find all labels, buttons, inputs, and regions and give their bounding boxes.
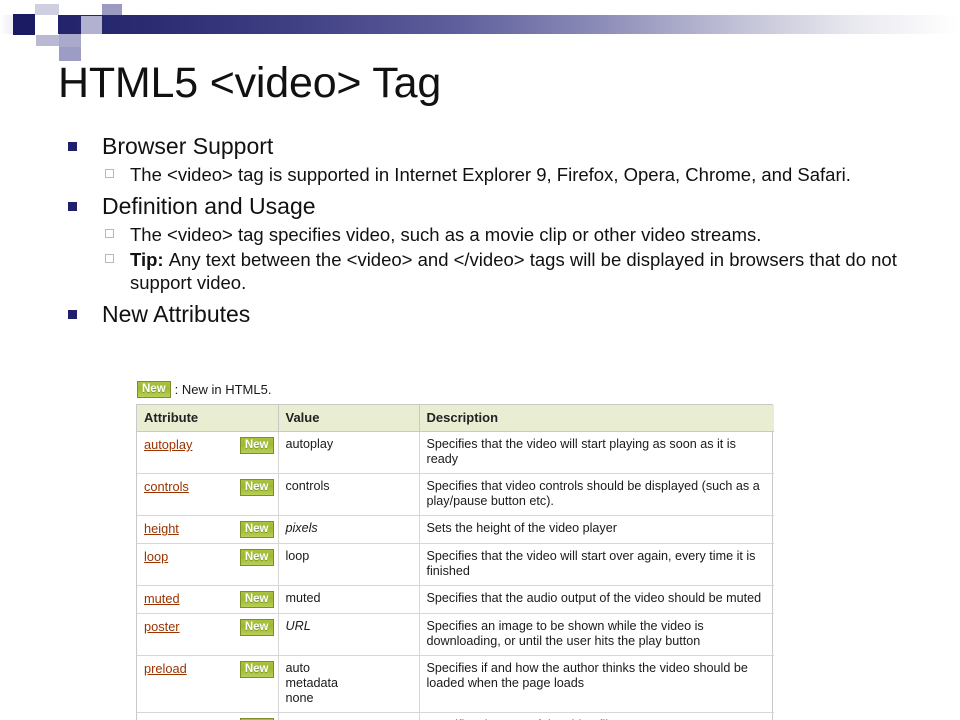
badge-slot: New [239,521,274,538]
new-badge: New [239,521,274,538]
bullet-item-definition-and-usage: Definition and Usage [58,191,938,221]
cell-description: Specifies that the audio output of the v… [419,585,774,614]
bullet-label: Browser Support [102,133,274,159]
tip-label: Tip: [130,249,164,270]
cell-attribute: height New [137,515,279,544]
badge-slot: New [239,479,274,496]
hollow-square-bullet-icon [105,229,114,238]
table-row: controls New controls Specifies that video … [137,473,774,516]
cell-value: autoplay [278,431,420,474]
cell-value: pixels [278,515,420,544]
table-row: poster New URL Specifies an image to be sho… [137,613,774,656]
badge-slot: New [239,591,274,608]
cell-attribute: autoplay New [137,431,279,474]
sub-bullet-text: The <video> tag specifies video, such as… [130,224,762,245]
cell-value: URL [278,613,420,656]
attribute-link-controls[interactable]: controls [144,479,189,494]
cell-attribute: srcNew [137,712,279,720]
new-badge: New [239,479,274,496]
cell-description: Specifies an image to be shown while the… [419,613,774,656]
table-row: loop New loop Specifies that the video will… [137,543,774,586]
attribute-link-autoplay[interactable]: autoplay [144,437,192,452]
header-decoration-square-2 [59,2,81,15]
new-badge: New [239,437,274,454]
header-decoration-square-5 [36,35,59,46]
sub-bullet-definition-2-tip: Tip: Any text between the <video> and </… [58,248,938,294]
sub-bullet-browser-support-1: The <video> tag is supported in Internet… [58,163,938,186]
column-header-description: Description [419,405,774,432]
badge-slot: New [239,661,274,678]
attribute-link-height[interactable]: height [144,521,179,536]
new-badge: New [239,591,274,608]
new-badge: New [239,619,274,636]
bullet-label: Definition and Usage [102,193,316,219]
cell-attribute: controls New [137,473,279,516]
header-decoration-accent-square [13,14,35,35]
table-header-row: Attribute Value Description [137,405,774,432]
column-header-attribute: Attribute [137,405,279,432]
new-badge: New [239,661,274,678]
new-attributes-table: Attribute Value Description autoplay New a… [137,405,774,720]
value-line: metadata [285,676,339,690]
value-line: auto [285,661,311,675]
badge-slot: New [239,549,274,566]
bullet-item-browser-support: Browser Support [58,131,938,161]
cell-attribute: loop New [137,543,279,586]
hollow-square-bullet-icon [105,169,114,178]
header-decoration-square-3 [102,4,122,15]
bullet-label: New Attributes [102,301,251,327]
bullet-item-new-attributes: New Attributes [58,299,938,329]
cell-description: Specifies if and how the author thinks t… [419,655,774,713]
table-row: autoplay New autoplay Specifies that the vi… [137,431,774,474]
attribute-link-preload[interactable]: preload [144,661,187,676]
cell-value: muted [278,585,420,614]
column-header-value: Value [278,405,420,432]
header-decoration-fade [0,15,13,34]
badge-slot: New [239,619,274,636]
value-line: none [285,691,314,705]
new-attributes-table-container: Attribute Value Description autoplay New a… [136,404,774,720]
table-row: srcNewURLSpecifies the URL of the video … [137,712,774,720]
table-row: height New pixels Sets the height of the vi… [137,515,774,544]
sub-bullet-text: The <video> tag is supported in Internet… [130,164,851,185]
new-badge: New [239,549,274,566]
attribute-link-muted[interactable]: muted [144,591,180,606]
new-badge: New [137,381,171,398]
cell-value: URL [278,712,420,720]
cell-description: Specifies that the video will start play… [419,431,774,474]
cell-description: Specifies the URL of the video file [419,712,774,720]
presentation-slide: HTML5 <video> Tag Browser Support The <v… [0,0,960,720]
cell-value: loop [278,543,420,586]
sub-bullet-text: Any text between the <video> and </video… [130,249,897,293]
table-row: preload New auto metadata none Specifies if a… [137,655,774,713]
cell-value: auto metadata none [278,655,420,713]
cell-attribute: muted New [137,585,279,614]
cell-description: Specifies that video controls should be … [419,473,774,516]
cell-attribute: poster New [137,613,279,656]
cell-description: Sets the height of the video player [419,515,774,544]
table-body: autoplay New autoplay Specifies that the vi… [137,431,774,720]
cell-description: Specifies that the video will start over… [419,543,774,586]
cell-value: controls [278,473,420,516]
slide-body: Browser Support The <video> tag is suppo… [58,131,938,331]
cell-attribute: preload New [137,655,279,713]
square-bullet-icon [68,310,77,319]
table-row: muted New muted Specifies that the audio ou… [137,585,774,614]
badge-slot: New [239,437,274,454]
header-decoration-square-4 [81,16,102,34]
hollow-square-bullet-icon [105,254,114,263]
header-gradient-bar [58,15,960,34]
legend-text: : New in HTML5. [174,381,272,397]
square-bullet-icon [68,142,77,151]
attribute-link-loop[interactable]: loop [144,549,168,564]
new-in-html5-legend: New : New in HTML5. [137,381,271,398]
header-decoration-square-1 [35,4,59,15]
slide-title: HTML5 <video> Tag [58,59,442,107]
attribute-link-poster[interactable]: poster [144,619,180,634]
sub-bullet-definition-1: The <video> tag specifies video, such as… [58,223,938,246]
header-decoration-square-6 [59,34,81,47]
square-bullet-icon [68,202,77,211]
